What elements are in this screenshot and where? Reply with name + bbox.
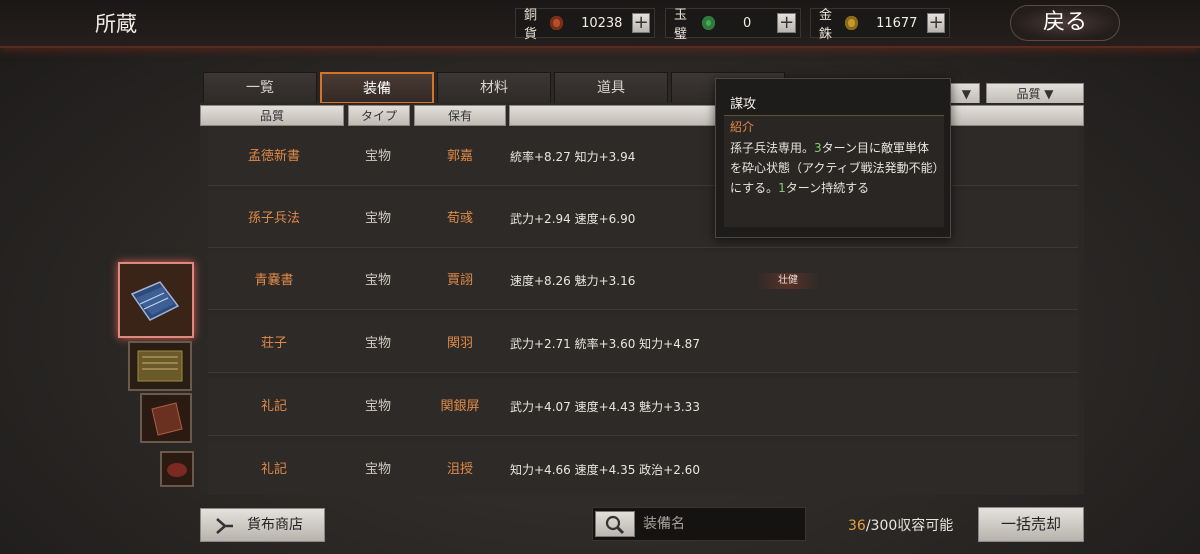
scroll-icon: [130, 343, 190, 389]
item-stats: 武力+4.07 速度+4.43 魅力+3.33: [510, 400, 700, 414]
item-owner: 荀彧: [446, 211, 473, 226]
capacity-current: 36: [848, 518, 866, 534]
item-thumbnail[interactable]: [160, 451, 194, 487]
tooltip-description: 孫子兵法専用。3ターン目に敵軍単体を砕心状態（アクティブ戦法発動不能）にする。1…: [730, 138, 940, 198]
currency-jade: 玉璧 0 +: [665, 8, 801, 42]
add-jade-button[interactable]: +: [777, 13, 796, 33]
item-type: 宝物: [364, 399, 391, 414]
currency-gold: 金銖 11677 +: [810, 8, 950, 42]
item-name: 礼記: [260, 462, 287, 477]
tab-items[interactable]: 道具: [554, 72, 668, 104]
column-quality[interactable]: 品質: [200, 105, 344, 126]
table-row[interactable]: 礼記 宝物 沮授 知力+4.66 速度+4.35 政治+2.60: [208, 441, 1078, 495]
back-button[interactable]: 戻る: [1010, 5, 1120, 41]
tooltip-content: 紹介 孫子兵法専用。3ターン目に敵軍単体を砕心状態（アクティブ戦法発動不能）にす…: [724, 115, 944, 227]
tooltip-text: 孫子兵法専用。: [730, 141, 815, 155]
selected-item-thumbnail[interactable]: [118, 262, 194, 338]
shop-label: 貨布商店: [247, 517, 303, 533]
skill-tag: 壮健: [756, 273, 820, 289]
skill-tooltip: 謀攻 紹介 孫子兵法専用。3ターン目に敵軍単体を砕心状態（アクティブ戦法発動不能…: [715, 78, 951, 238]
book-icon: [142, 395, 190, 441]
table-row[interactable]: 礼記 宝物 関銀屏 武力+4.07 速度+4.43 魅力+3.33: [208, 378, 1078, 436]
item-stats: 知力+4.66 速度+4.35 政治+2.60: [510, 463, 700, 477]
currency-copper: 銅貨 10238 +: [515, 8, 655, 42]
tooltip-text: ターン持続する: [785, 181, 870, 195]
item-name: 荘子: [260, 336, 287, 351]
item-name: 孟徳新書: [247, 149, 300, 164]
item-owner: 沮授: [446, 462, 473, 477]
sort-quality-button[interactable]: 品質 ▼: [986, 83, 1084, 105]
item-type: 宝物: [364, 211, 391, 226]
item-name: 青嚢書: [254, 273, 294, 288]
bulk-sell-button[interactable]: 一括売却: [978, 507, 1084, 542]
item-thumbnail[interactable]: [140, 393, 192, 443]
currency-value: 11677: [876, 15, 918, 31]
item-type: 宝物: [364, 149, 391, 164]
tooltip-title: 謀攻: [730, 97, 757, 112]
copper-coin-icon: [550, 16, 563, 30]
top-bar: 所蔵 銅貨 10238 + 玉璧 0 + 金銖 11677 + 戻る: [0, 0, 1200, 48]
column-owner[interactable]: 保有: [414, 105, 506, 126]
search-input[interactable]: [643, 514, 793, 534]
item-type: 宝物: [364, 336, 391, 351]
cloth-shop-button[interactable]: 貨布商店: [200, 508, 325, 542]
item-owner: 関銀屏: [440, 399, 480, 414]
add-copper-button[interactable]: +: [632, 13, 650, 33]
item-name: 孫子兵法: [247, 211, 300, 226]
tooltip-highlight: 3: [814, 141, 822, 155]
item-owner: 賈詡: [446, 273, 473, 288]
item-type: 宝物: [364, 273, 391, 288]
shop-icon: [216, 518, 233, 534]
column-type[interactable]: タイプ: [348, 105, 410, 126]
table-row[interactable]: 青嚢書 宝物 賈詡 速度+8.26 魅力+3.16 壮健: [208, 252, 1078, 310]
capacity-total: /300収容可能: [865, 518, 954, 534]
tooltip-highlight: 1: [778, 181, 786, 195]
currency-name: 金銖: [819, 8, 833, 42]
table-row[interactable]: 荘子 宝物 関羽 武力+2.71 統率+3.60 知力+4.87: [208, 315, 1078, 373]
chevron-down-icon: ▼: [1040, 87, 1054, 101]
item-thumbnail[interactable]: [128, 341, 192, 391]
currency-value: 10238: [581, 15, 623, 31]
item-owner: 郭嘉: [446, 149, 473, 164]
item-name: 礼記: [260, 399, 287, 414]
search-icon: [605, 515, 625, 535]
page-title: 所蔵: [95, 12, 137, 36]
gold-coin-icon: [845, 16, 858, 30]
item-stats: 武力+2.71 統率+3.60 知力+4.87: [510, 337, 700, 351]
tooltip-subtitle: 紹介: [730, 120, 755, 134]
sort-quality-label: 品質: [1016, 87, 1041, 101]
book-icon: [162, 453, 192, 485]
add-gold-button[interactable]: +: [927, 13, 945, 33]
search-button[interactable]: [595, 511, 635, 537]
capacity-indicator: 36/300収容可能: [848, 515, 953, 535]
tab-list[interactable]: 一覧: [203, 72, 317, 104]
book-icon: [120, 264, 192, 336]
currency-name: 銅貨: [524, 8, 538, 42]
tab-materials[interactable]: 材料: [437, 72, 551, 104]
currency-value: 0: [742, 15, 752, 31]
jade-coin-icon: [702, 16, 716, 30]
currency-name: 玉璧: [674, 8, 688, 42]
tab-equipment[interactable]: 装備: [320, 72, 434, 104]
item-type: 宝物: [364, 462, 391, 477]
search-box: [592, 507, 806, 541]
item-owner: 関羽: [446, 336, 473, 351]
chevron-down-icon: ▼: [961, 87, 971, 101]
